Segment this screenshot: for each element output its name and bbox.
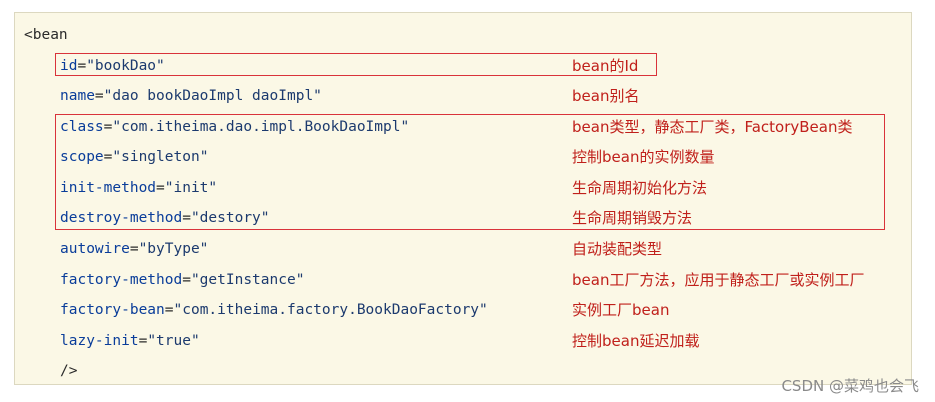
attr-name: id: [60, 58, 78, 74]
attr-name: init-method: [60, 180, 157, 196]
desc-scope: 控制bean的实例数量: [572, 148, 715, 166]
equals-sign: =: [138, 333, 148, 349]
attr-name: destroy-method: [60, 210, 183, 226]
bean-open-tag: <bean: [24, 27, 68, 43]
attr-name: name: [60, 88, 95, 104]
equals-sign: =: [94, 88, 104, 104]
attr-value: "destory": [190, 210, 270, 226]
code-line-destroy-method: destroy-method="destory": [60, 209, 270, 227]
attr-name: factory-method: [60, 272, 183, 288]
attr-value: "singleton": [112, 149, 209, 165]
code-line-name: name="dao bookDaoImpl daoImpl": [60, 87, 322, 105]
code-line-factory-method: factory-method="getInstance": [60, 271, 304, 289]
equals-sign: =: [156, 180, 165, 196]
desc-lazy-init: 控制bean延迟加载: [572, 332, 700, 350]
desc-init-method: 生命周期初始化方法: [572, 179, 708, 197]
desc-factory-method: bean工厂方法，应用于静态工厂或实例工厂: [572, 271, 865, 289]
desc-factory-bean: 实例工厂bean: [572, 301, 670, 319]
code-line-autowire: autowire="byType": [60, 240, 208, 258]
code-line-scope: scope="singleton": [60, 148, 208, 166]
code-line-id: id="bookDao": [60, 57, 165, 75]
attr-value: "byType": [138, 241, 209, 257]
desc-class: bean类型，静态工厂类，FactoryBean类: [572, 118, 853, 136]
desc-autowire: 自动装配类型: [572, 240, 663, 258]
desc-id: bean的Id: [572, 57, 639, 75]
code-line-lazy-init: lazy-init="true": [60, 332, 200, 350]
attr-value: "init": [164, 180, 218, 196]
attr-value: "com.itheima.factory.BookDaoFactory": [173, 302, 488, 318]
equals-sign: =: [129, 241, 139, 257]
equals-sign: =: [77, 58, 87, 74]
attr-value: "dao bookDaoImpl daoImpl": [103, 88, 322, 104]
equals-sign: =: [182, 210, 191, 226]
attr-name: factory-bean: [60, 302, 165, 318]
code-line-factory-bean: factory-bean="com.itheima.factory.BookDa…: [60, 301, 488, 319]
code-line-class: class="com.itheima.dao.impl.BookDaoImpl": [60, 118, 409, 136]
attr-value: "getInstance": [190, 272, 305, 288]
equals-sign: =: [182, 272, 191, 288]
attr-name: class: [60, 119, 104, 135]
attr-name: scope: [60, 149, 104, 165]
attr-name: lazy-init: [60, 333, 139, 349]
code-line-init-method: init-method="init": [60, 179, 217, 197]
bean-close-tag: />: [60, 363, 78, 379]
attr-value: "com.itheima.dao.impl.BookDaoImpl": [112, 119, 410, 135]
attr-value: "bookDao": [86, 58, 165, 74]
attr-value: "true": [147, 333, 200, 349]
equals-sign: =: [164, 302, 174, 318]
desc-destroy-method: 生命周期销毁方法: [572, 209, 693, 227]
attr-name: autowire: [60, 241, 130, 257]
desc-name: bean别名: [572, 87, 640, 105]
watermark: CSDN @菜鸡也会飞: [781, 377, 919, 395]
